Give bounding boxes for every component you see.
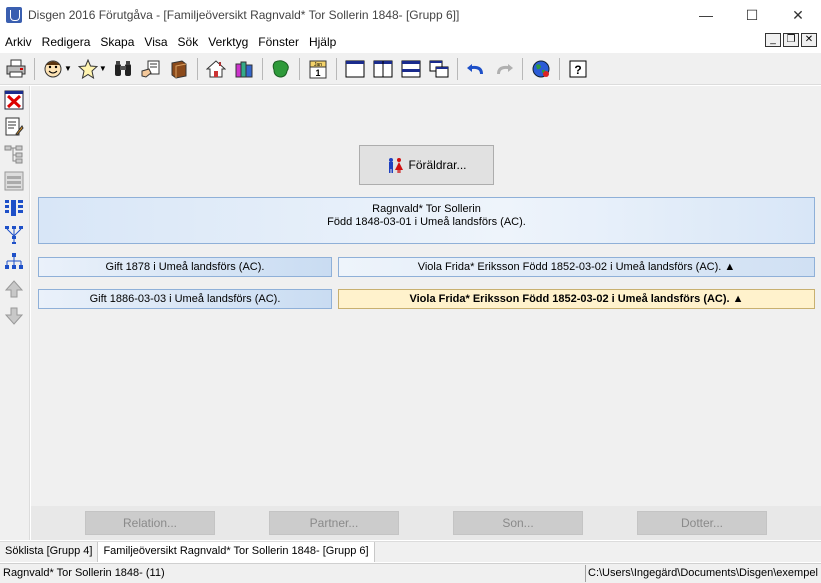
minimize-button[interactable]: — — [683, 0, 729, 30]
calendar-icon[interactable]: Jan 1 — [306, 57, 330, 81]
map-icon[interactable] — [269, 57, 293, 81]
mdi-close-button[interactable]: ✕ — [801, 33, 817, 47]
book-icon[interactable] — [167, 57, 191, 81]
layout-columns-icon[interactable] — [371, 57, 395, 81]
maximize-button[interactable]: ☐ — [729, 0, 775, 30]
favorite-dropdown-arrow[interactable]: ▼ — [99, 64, 107, 73]
descendants-icon[interactable] — [3, 224, 25, 246]
person-dropdown-arrow[interactable]: ▼ — [64, 64, 72, 73]
parents-button[interactable]: Föräldrar... — [359, 145, 494, 185]
person-icon[interactable] — [41, 57, 65, 81]
menu-arkiv[interactable]: Arkiv — [0, 32, 37, 52]
disgen-app-icon[interactable] — [6, 7, 22, 23]
daughter-button[interactable]: Dotter... — [637, 511, 767, 535]
status-bar: Ragnvald* Tor Sollerin 1848- (11) C:\Use… — [0, 563, 821, 583]
main-toolbar: ▼ ▼ Jan 1 ? — [0, 53, 821, 85]
binoculars-icon[interactable] — [111, 57, 135, 81]
family-overview-panel: Föräldrar... Ragnvald* Tor Sollerin Född… — [31, 86, 821, 540]
tab-family-overview[interactable]: Familjeöversikt Ragnvald* Tor Sollerin 1… — [98, 542, 375, 562]
hierarchy-icon[interactable] — [3, 251, 25, 273]
toolbar-separator — [558, 57, 560, 80]
window-title: Disgen 2016 Förutgåva - [Familjeöversikt… — [28, 8, 460, 22]
parents-button-label: Föräldrar... — [408, 158, 467, 172]
favorite-person-icon[interactable] — [76, 57, 100, 81]
books-icon[interactable] — [232, 57, 256, 81]
toolbar-separator — [298, 57, 300, 80]
undo-icon[interactable] — [464, 57, 488, 81]
status-person: Ragnvald* Tor Sollerin 1848- (11) — [3, 567, 165, 579]
parents-icon — [389, 158, 404, 173]
partner-button[interactable]: Partner... — [269, 511, 399, 535]
redo-icon[interactable] — [492, 57, 516, 81]
home-icon[interactable] — [204, 57, 228, 81]
marriage-event-1[interactable]: Gift 1878 i Umeå landsförs (AC). — [38, 257, 332, 277]
menu-fonster[interactable]: Fönster — [253, 32, 304, 52]
menu-redigera[interactable]: Redigera — [37, 32, 96, 52]
svg-text:?: ? — [574, 63, 581, 77]
layout-cascade-icon[interactable] — [427, 57, 451, 81]
up-arrow-icon[interactable] — [3, 278, 25, 300]
marriage-event-2[interactable]: Gift 1886-03-03 i Umeå landsförs (AC). — [38, 289, 332, 309]
menu-skapa[interactable]: Skapa — [95, 32, 139, 52]
window-tabs: Söklista [Grupp 4] Familjeöversikt Ragnv… — [0, 541, 821, 562]
layout-single-icon[interactable] — [343, 57, 367, 81]
title-bar: Disgen 2016 Förutgåva - [Familjeöversikt… — [0, 0, 821, 30]
mdi-minimize-button[interactable]: _ — [765, 33, 781, 47]
spouse-box-1[interactable]: Viola Frida* Eriksson Född 1852-03-02 i … — [338, 257, 815, 277]
left-sidebar — [0, 86, 30, 540]
menu-sok[interactable]: Sök — [173, 32, 204, 52]
globe-icon[interactable] — [529, 57, 553, 81]
layout-rows-icon[interactable] — [399, 57, 423, 81]
toolbar-separator — [521, 57, 523, 80]
toolbar-separator — [456, 57, 458, 80]
status-path: C:\Users\Ingegärd\Documents\Disgen\exemp… — [585, 565, 821, 582]
group-sheet-icon[interactable] — [3, 170, 25, 192]
tab-search-list[interactable]: Söklista [Grupp 4] — [0, 542, 99, 562]
toolbar-separator — [34, 57, 35, 80]
main-person-box[interactable]: Ragnvald* Tor Sollerin Född 1848-03-01 i… — [38, 197, 815, 244]
svg-text:1: 1 — [315, 68, 320, 78]
menu-hjalp[interactable]: Hjälp — [304, 32, 341, 52]
edit-icon[interactable] — [3, 116, 25, 138]
toolbar-separator — [335, 57, 337, 80]
person-name: Ragnvald* Tor Sollerin — [372, 203, 481, 215]
delete-icon[interactable] — [3, 89, 25, 111]
tree-icon[interactable] — [3, 143, 25, 165]
relation-button[interactable]: Relation... — [85, 511, 215, 535]
close-button[interactable]: ✕ — [775, 0, 821, 30]
menu-visa[interactable]: Visa — [139, 32, 172, 52]
toolbar-separator — [261, 57, 263, 80]
son-button[interactable]: Son... — [453, 511, 583, 535]
notes-hand-icon[interactable] — [139, 57, 163, 81]
spouse-box-2[interactable]: Viola Frida* Eriksson Född 1852-03-02 i … — [338, 289, 815, 309]
toolbar-separator — [196, 57, 198, 80]
printer-icon[interactable] — [4, 57, 28, 81]
menu-verktyg[interactable]: Verktyg — [203, 32, 253, 52]
columns-icon[interactable] — [3, 197, 25, 219]
mdi-restore-button[interactable]: ❐ — [783, 33, 799, 47]
person-birth: Född 1848-03-01 i Umeå landsförs (AC). — [327, 216, 526, 228]
menu-bar: Arkiv Redigera Skapa Visa Sök Verktyg Fö… — [0, 32, 821, 52]
help-icon[interactable]: ? — [566, 57, 590, 81]
down-arrow-icon[interactable] — [3, 305, 25, 327]
